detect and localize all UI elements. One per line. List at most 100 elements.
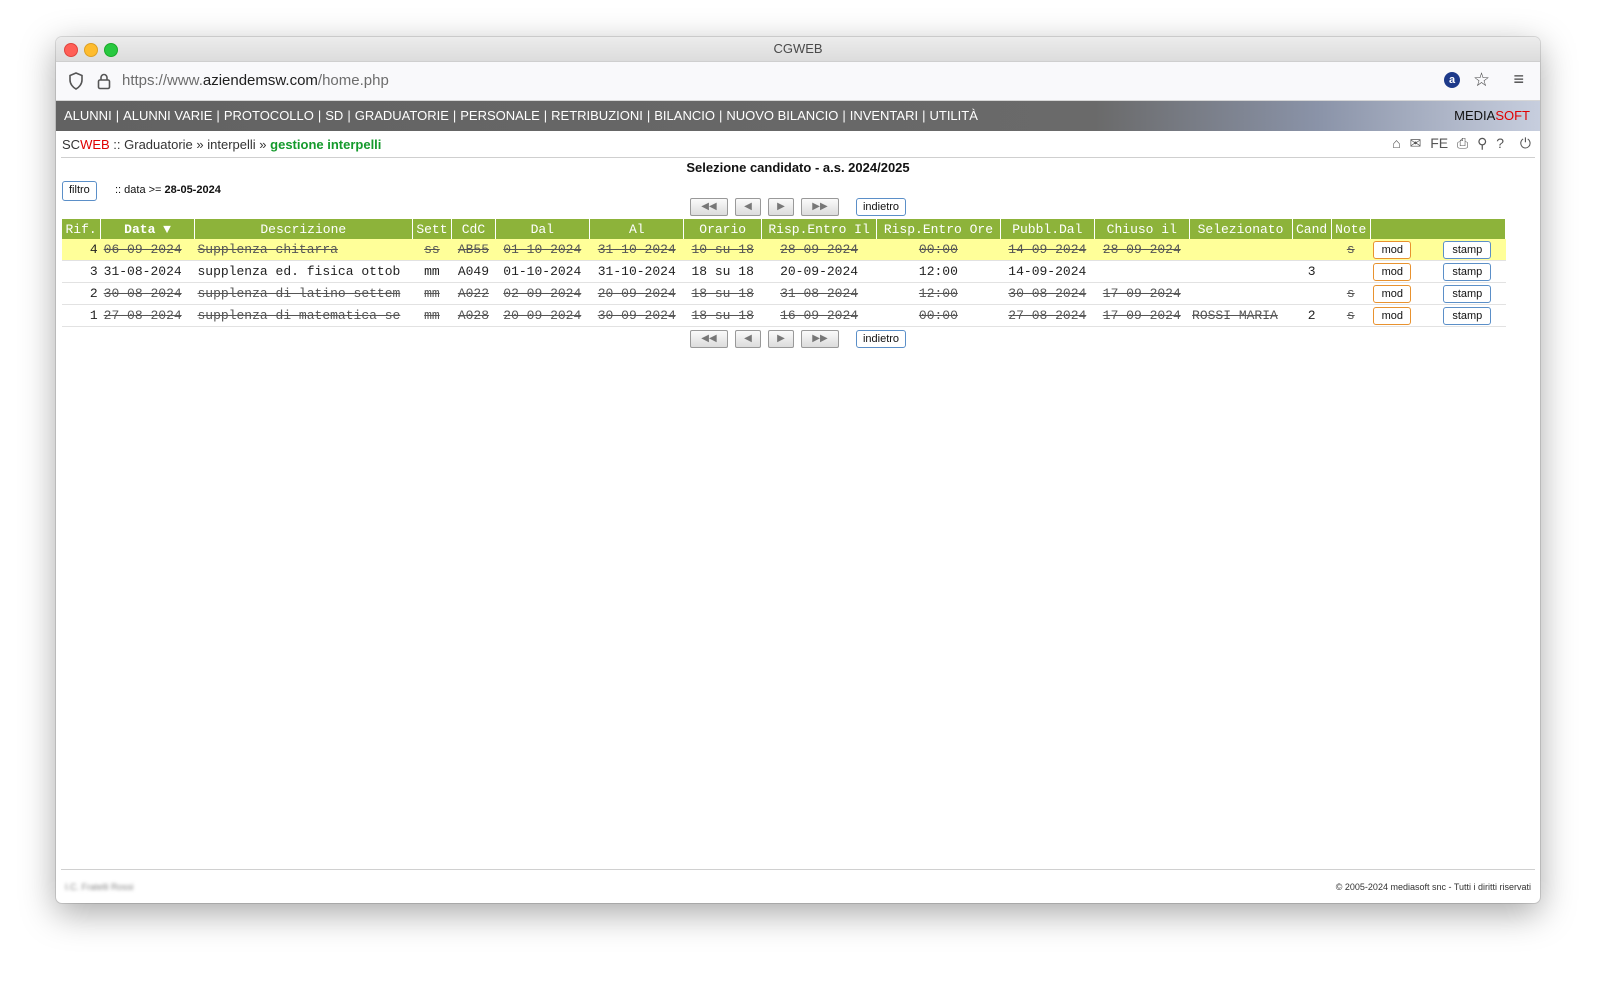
cell-note: s (1331, 239, 1371, 261)
cell-risp-ore: 00:00 (876, 304, 1001, 327)
last-page-button[interactable]: ▶▶ (800, 330, 839, 348)
column-header[interactable]: CdC (451, 219, 496, 239)
nav-item[interactable]: NUOVO BILANCIO (726, 108, 838, 123)
extension-icon[interactable]: a (1444, 72, 1460, 88)
search-icon[interactable]: ⚲ (1477, 135, 1487, 152)
cell-rif: 4 (62, 239, 101, 261)
cell-cdc: A022 (451, 282, 496, 305)
mod-button[interactable]: mod (1373, 262, 1412, 281)
nav-item[interactable]: RETRIBUZIONI (551, 108, 643, 123)
nav-item[interactable]: BILANCIO (654, 108, 715, 123)
cell-descrizione: supplenza di matematica se (194, 304, 413, 327)
cell-sett: mm (412, 260, 452, 283)
back-button[interactable]: indietro (855, 198, 907, 216)
nav-separator: | (543, 108, 548, 123)
nav-item[interactable]: UTILITÀ (929, 108, 977, 123)
table-row[interactable]: 4 06-09-2024 Supplenza chitarra ss AB55 01-10… (62, 239, 1506, 261)
nav-item[interactable]: ALUNNI VARIE (123, 108, 212, 123)
cell-cand: 2 (1292, 304, 1332, 327)
cell-orario: 18 su 18 (683, 260, 762, 283)
cell-data: 31-08-2024 (100, 260, 195, 283)
mod-button[interactable]: mod (1373, 306, 1412, 325)
lock-icon[interactable] (96, 72, 112, 90)
column-header[interactable]: Sett (412, 219, 453, 239)
nav-item[interactable]: GRADUATORIE (355, 108, 449, 123)
breadcrumb-interpelli[interactable]: interpelli (207, 137, 255, 152)
main-nav: ALUNNI | ALUNNI VARIE | PROTOCOLLO | SD | GRADUA… (56, 101, 1540, 131)
cell-data: 27-08-2024 (100, 304, 195, 327)
bookmark-star-icon[interactable]: ☆ (1473, 69, 1490, 92)
hamburger-menu-icon[interactable]: ≡ (1513, 69, 1524, 90)
stamp-button[interactable]: stamp (1443, 240, 1492, 259)
cell-risp-ore: 12:00 (876, 260, 1001, 283)
table-row[interactable]: 2 30-08-2024 supplenza di latino settem mm A… (62, 282, 1506, 305)
column-header[interactable]: Pubbl.Dal (1000, 219, 1096, 239)
cell-descrizione: Supplenza chitarra (194, 239, 413, 261)
row-actions: mod stamp (1370, 260, 1506, 283)
nav-item[interactable]: ALUNNI (64, 108, 112, 123)
column-header[interactable]: Chiuso il (1094, 219, 1190, 239)
column-header[interactable]: Note (1331, 219, 1371, 239)
cell-descrizione: supplenza di latino settem (194, 282, 413, 305)
column-header[interactable]: Selezionato (1189, 219, 1293, 239)
help-icon[interactable]: ? (1496, 135, 1504, 151)
nav-item[interactable]: PERSONALE (460, 108, 539, 123)
toolbar-icons: ⌂ ✉ FE ⎙ ⚲ ? ⏻ (1387, 135, 1531, 152)
cell-dal: 20-09-2024 (495, 304, 590, 327)
breadcrumb-graduatorie[interactable]: Graduatorie (124, 137, 193, 152)
cell-cdc: A028 (451, 304, 496, 327)
column-header[interactable]: Dal (495, 219, 591, 239)
home-icon[interactable]: ⌂ (1392, 135, 1400, 151)
mod-button[interactable]: mod (1373, 284, 1412, 303)
column-header[interactable]: Orario (683, 219, 762, 239)
browser-window: CGWEB https://www.aziendemsw.com/home.ph… (56, 37, 1540, 903)
prev-page-button[interactable]: ◀ (734, 198, 761, 216)
cell-rif: 2 (62, 282, 101, 305)
column-header[interactable]: Data ▼ (100, 219, 195, 239)
back-button[interactable]: indietro (855, 330, 907, 348)
cell-cdc: AB55 (451, 239, 496, 261)
column-header[interactable]: Descrizione (194, 219, 413, 239)
stamp-button[interactable]: stamp (1443, 306, 1492, 325)
nav-separator: | (115, 108, 120, 123)
first-page-button[interactable]: ◀◀ (689, 330, 728, 348)
mod-button[interactable]: mod (1373, 240, 1412, 259)
table-row[interactable]: 3 31-08-2024 supplenza ed. fisica ottob mm A… (62, 260, 1506, 283)
column-header[interactable]: Risp.Entro Il (761, 219, 878, 239)
table-body: 4 06-09-2024 Supplenza chitarra ss AB55 01-10… (62, 239, 1506, 327)
last-page-button[interactable]: ▶▶ (800, 198, 839, 216)
cell-orario: 10 su 18 (683, 239, 762, 261)
cell-risp-ore: 00:00 (876, 239, 1001, 261)
next-page-button[interactable]: ▶ (767, 198, 794, 216)
breadcrumb-separator: :: (109, 137, 125, 152)
first-page-button[interactable]: ◀◀ (689, 198, 728, 216)
filter-summary: :: data >= 28-05-2024 (115, 184, 221, 196)
stamp-button[interactable]: stamp (1443, 262, 1492, 281)
column-header[interactable]: Al (589, 219, 685, 239)
page-content: SCWEB :: Graduatorie » interpelli » gest… (61, 129, 1535, 903)
breadcrumb-separator: » (255, 137, 271, 152)
cell-descrizione: supplenza ed. fisica ottob (194, 260, 413, 283)
mail-icon[interactable]: ✉ (1410, 135, 1422, 152)
nav-separator: | (646, 108, 651, 123)
cell-pubbl: 14-09-2024 (1000, 260, 1095, 283)
url-text[interactable]: https://www.aziendemsw.com/home.php (122, 72, 389, 89)
next-page-button[interactable]: ▶ (767, 330, 794, 348)
print-icon[interactable]: ⎙ (1457, 135, 1468, 152)
stamp-button[interactable]: stamp (1443, 284, 1492, 303)
cell-rif: 1 (62, 304, 101, 327)
column-header[interactable]: Rif. (62, 219, 102, 239)
shield-icon[interactable] (68, 72, 84, 90)
column-header[interactable]: Cand (1292, 219, 1332, 239)
cell-cand: 3 (1292, 260, 1332, 283)
table-row[interactable]: 1 27-08-2024 supplenza di matematica se mm A… (62, 304, 1506, 327)
nav-item[interactable]: SD (325, 108, 343, 123)
nav-item[interactable]: INVENTARI (850, 108, 918, 123)
nav-item[interactable]: PROTOCOLLO (224, 108, 314, 123)
cell-risp-il: 31-08-2024 (761, 282, 877, 305)
prev-page-button[interactable]: ◀ (734, 330, 761, 348)
fe-button[interactable]: FE (1430, 135, 1448, 151)
address-bar[interactable]: https://www.aziendemsw.com/home.php a ☆ … (56, 62, 1540, 101)
power-icon[interactable]: ⏻ (1520, 135, 1531, 152)
column-header[interactable]: Risp.Entro Ore (876, 219, 1001, 239)
